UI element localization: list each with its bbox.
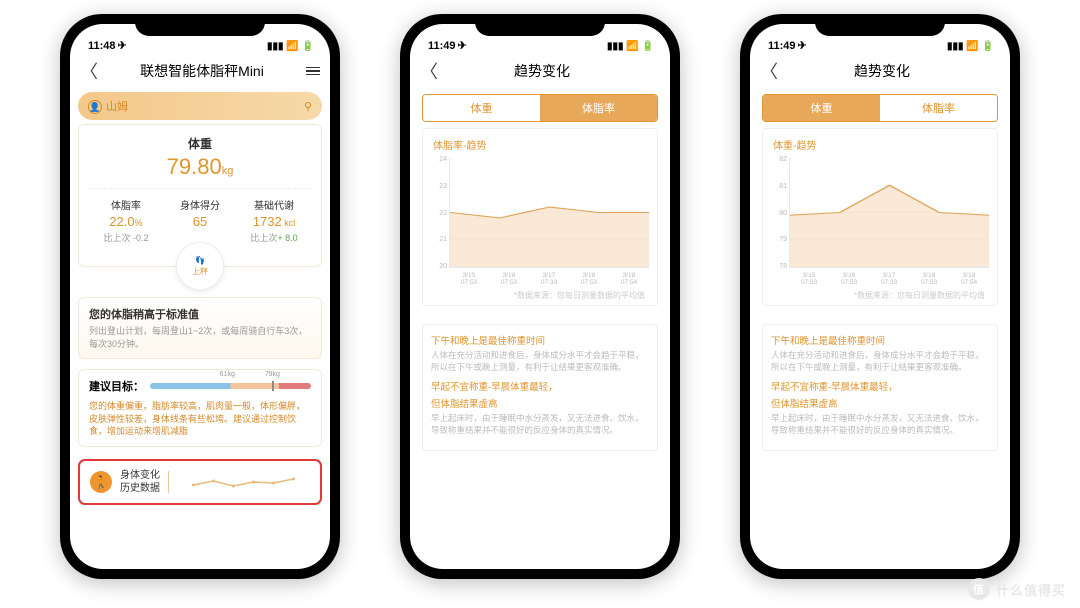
location-icon: ✈︎	[118, 39, 127, 52]
tip-card: 您的体脂稍高于标准值 列出登山计划，每周登山1~2次，或每周骑自行车3次，每次3…	[78, 297, 322, 359]
page-header: 〈 联想智能体脂秤Mini	[70, 54, 330, 88]
metrics-row: 体脂率 22.0% 比上次 -0.2 身体得分 65 基础代谢 1732 kcl…	[89, 188, 311, 244]
user-name: 山姆	[106, 101, 128, 113]
page-header: 〈 趋势变化	[410, 54, 670, 88]
goal-label: 建议目标：	[89, 378, 144, 394]
page-title: 联想智能体脂秤Mini	[98, 61, 306, 81]
tab-fat[interactable]: 体脂率	[880, 95, 997, 121]
page-title: 趋势变化	[438, 61, 646, 81]
y-axis: 8281807978	[769, 156, 787, 270]
watermark: 值 什么值得买	[968, 578, 1066, 600]
weight-label: 体重	[89, 135, 311, 152]
chart-note: *数据来源：您每日测量数据的平均值	[429, 290, 645, 301]
metric-fat: 体脂率 22.0% 比上次 -0.2	[89, 197, 163, 244]
tab-weight[interactable]: 体重	[423, 95, 540, 121]
y-axis: 2423222120	[429, 156, 447, 270]
avatar-icon: 👤	[88, 100, 102, 114]
tabs: 体重 体脂率	[422, 94, 658, 122]
goal-card: 建议目标： 61kg 79kg 您的体重偏重，脂肪率较高，肌肉量一般，体形偏胖，…	[78, 369, 322, 447]
chart-title: 体脂率-趋势	[433, 137, 647, 152]
advice-card: 下午和晚上是最佳称重时间 人体在充分活动和进食后，身体成分水平才会趋于平稳，所以…	[762, 324, 998, 451]
chart-fat: 2423222120 3/1507:533/1607:533/1707:333/…	[429, 156, 651, 286]
chart-title: 体重-趋势	[773, 137, 987, 152]
metric-bmr: 基础代谢 1732 kcl 比上次+ 8.0	[237, 197, 311, 244]
search-icon[interactable]: ⚲	[304, 100, 312, 113]
tabs: 体重 体脂率	[762, 94, 998, 122]
back-icon[interactable]: 〈	[420, 58, 438, 84]
goal-marker	[272, 381, 274, 391]
person-icon: 🚶	[90, 471, 112, 493]
plot-area	[449, 158, 649, 268]
notch	[475, 14, 605, 36]
weight-card: 体重 79.80kg 体脂率 22.0% 比上次 -0.2 身体得分 65 基础…	[78, 124, 322, 267]
weigh-button[interactable]: 👣 上秤	[176, 242, 224, 290]
screen-1: 11:48✈︎ ▮▮▮ 📶 🔋 〈 联想智能体脂秤Mini 👤 山姆 ⚲ 体重 7…	[70, 24, 330, 569]
menu-icon[interactable]	[306, 67, 320, 76]
feet-icon: 👣	[195, 256, 205, 265]
x-axis: 3/1507:533/1607:533/1707:333/1807:533/18…	[789, 272, 989, 286]
chart-weight: 8281807978 3/1507:533/1607:533/1707:333/…	[769, 156, 991, 286]
phone-2: 11:49✈︎ ▮▮▮ 📶 🔋 〈 趋势变化 体重 体脂率 体脂率-趋势 242…	[400, 14, 680, 579]
weight-value: 79.80kg	[89, 154, 311, 180]
screen-2: 11:49✈︎ ▮▮▮ 📶 🔋 〈 趋势变化 体重 体脂率 体脂率-趋势 242…	[410, 24, 670, 569]
notch	[135, 14, 265, 36]
status-time: 11:48	[88, 40, 116, 52]
page-title: 趋势变化	[778, 61, 986, 81]
tip-title: 您的体脂稍高于标准值	[89, 306, 311, 322]
goal-bar: 61kg 79kg	[150, 383, 311, 389]
screen-3: 11:49✈︎ ▮▮▮ 📶 🔋 〈 趋势变化 体重 体脂率 体重-趋势 8281…	[750, 24, 1010, 569]
trend-card-fat: 体脂率-趋势 2423222120 3/1507:533/1607:533/17…	[422, 128, 658, 306]
goal-desc: 您的体重偏重，脂肪率较高，肌肉量一般，体形偏胖，皮肤弹性较差，身体线条有些松垮。…	[89, 400, 311, 438]
trend-card-weight: 体重-趋势 8281807978 3/1507:533/1607:533/170…	[762, 128, 998, 306]
phone-1: 11:48✈︎ ▮▮▮ 📶 🔋 〈 联想智能体脂秤Mini 👤 山姆 ⚲ 体重 7…	[60, 14, 340, 579]
page-header: 〈 趋势变化	[750, 54, 1010, 88]
back-icon[interactable]: 〈	[80, 58, 98, 84]
advice-card: 下午和晚上是最佳称重时间 人体在充分活动和进食后，身体成分水平才会趋于平稳，所以…	[422, 324, 658, 451]
watermark-icon: 值	[968, 578, 990, 600]
sparkline	[168, 471, 310, 493]
chart-note: *数据来源：您每日测量数据的平均值	[769, 290, 985, 301]
notch	[815, 14, 945, 36]
back-icon[interactable]: 〈	[760, 58, 778, 84]
location-icon: ✈︎	[798, 39, 807, 52]
tab-weight[interactable]: 体重	[763, 95, 880, 121]
x-axis: 3/1507:533/1607:533/1707:333/1807:533/18…	[449, 272, 649, 286]
metric-score: 身体得分 65	[163, 197, 237, 244]
tab-fat[interactable]: 体脂率	[540, 95, 657, 121]
phone-3: 11:49✈︎ ▮▮▮ 📶 🔋 〈 趋势变化 体重 体脂率 体重-趋势 8281…	[740, 14, 1020, 579]
history-card[interactable]: 🚶 身体变化 历史数据	[78, 459, 322, 505]
user-bar[interactable]: 👤 山姆 ⚲	[78, 92, 322, 120]
tip-body: 列出登山计划，每周登山1~2次，或每周骑自行车3次，每次30分钟。	[89, 325, 311, 350]
status-right: ▮▮▮ 📶 🔋	[267, 41, 314, 52]
plot-area	[789, 158, 989, 268]
location-icon: ✈︎	[458, 39, 467, 52]
